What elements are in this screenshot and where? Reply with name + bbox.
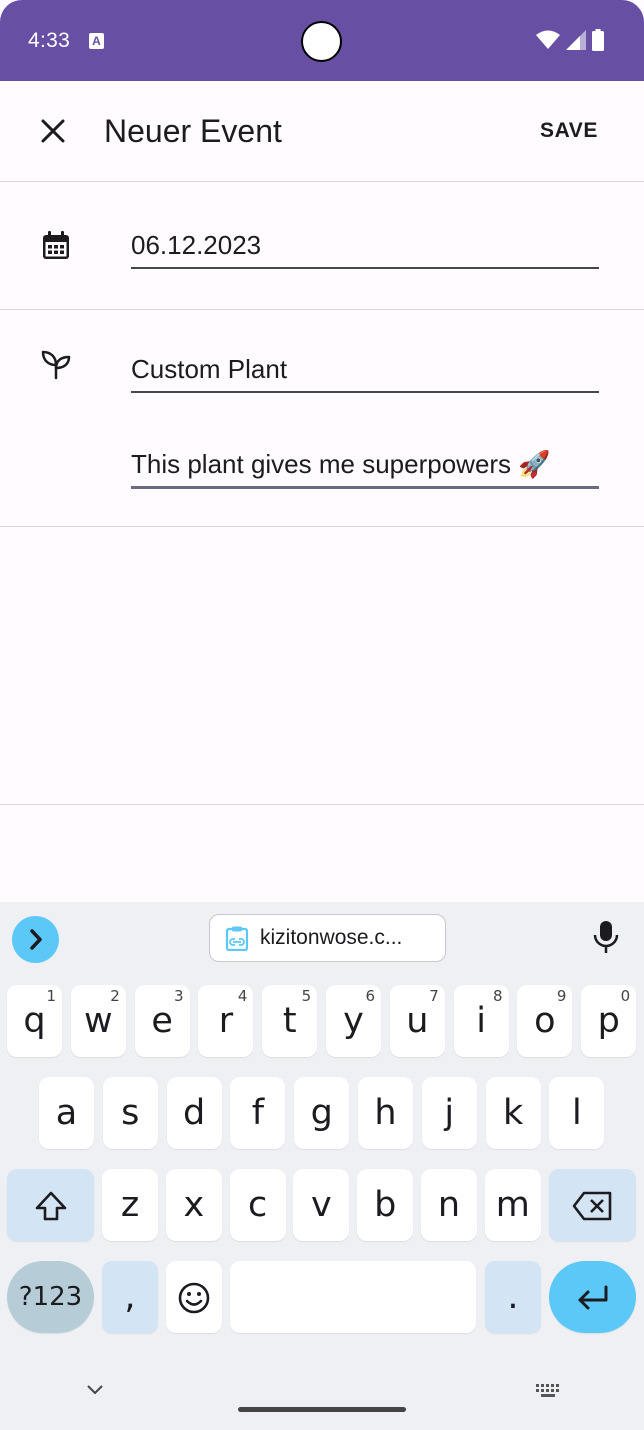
key-hint: 3 [174,987,184,1005]
close-icon[interactable] [36,114,70,148]
emoji-icon [178,1282,210,1314]
key-f[interactable]: f [230,1077,286,1149]
shift-key[interactable] [7,1169,94,1241]
key-i[interactable]: i8 [453,985,509,1057]
save-button[interactable]: SAVE [540,119,598,143]
key-hint: 7 [429,987,439,1005]
key-label: p [597,1001,620,1041]
comma-key[interactable]: , [102,1261,158,1333]
enter-icon [578,1285,607,1310]
system-icons [536,28,604,52]
signal-icon [566,30,586,50]
key-j[interactable]: j [421,1077,477,1149]
key-p[interactable]: p0 [581,985,637,1057]
wifi-icon [536,30,560,49]
enter-key[interactable] [549,1261,636,1333]
key-hint: 9 [556,987,567,1005]
chevron-right-icon [30,929,42,950]
clipboard-text: kizitonwose.c... [260,926,403,949]
key-e[interactable]: e3 [134,985,190,1057]
key-w[interactable]: w2 [70,985,126,1057]
period-key[interactable]: . [485,1261,541,1333]
key-hint: 8 [493,987,503,1005]
key-a[interactable]: a [39,1077,94,1149]
key-u[interactable]: u7 [389,985,445,1057]
key-label: q [23,1001,46,1041]
description-field[interactable]: This plant gives me superpowers 🚀 [131,449,599,489]
key-label: e [151,1001,173,1041]
key-c[interactable]: c [229,1169,286,1241]
plant-sprout-icon [41,350,71,380]
key-hint: 6 [365,987,375,1005]
key-hint: 1 [46,987,56,1005]
key-l[interactable]: l [549,1077,605,1149]
symbols-key[interactable]: ?123 [7,1261,94,1333]
date-section: 06.12.2023 [0,182,644,310]
key-r[interactable]: r4 [198,985,254,1057]
key-b[interactable]: b [357,1169,414,1241]
key-hint: 0 [620,987,631,1005]
gesture-nav-handle[interactable] [238,1407,406,1412]
key-label: t [282,1001,297,1041]
key-label: i [476,1001,486,1041]
backspace-icon [572,1191,611,1221]
shift-icon [35,1191,66,1221]
plant-name-field[interactable]: Custom Plant [131,354,599,393]
key-d[interactable]: d [166,1077,222,1149]
key-v[interactable]: v [293,1169,350,1241]
key-label: o [534,1001,556,1041]
plant-name-value: Custom Plant [131,354,288,384]
key-hint: 5 [301,987,312,1005]
date-value: 06.12.2023 [131,230,262,260]
app-bar: Neuer Event SAVE [0,81,644,182]
key-label: w [83,1001,113,1041]
key-s[interactable]: s [102,1077,158,1149]
plant-section: Custom Plant This plant gives me superpo… [0,310,644,527]
key-label: u [406,1001,429,1041]
key-hint: 4 [237,987,248,1005]
text-notification-icon: A [89,33,104,49]
key-label: r [218,1001,234,1041]
key-label: y [343,1001,364,1041]
keyboard-toolbar: kizitonwose.c... [0,902,644,974]
expand-toolbar-button[interactable] [12,916,59,963]
key-o[interactable]: o9 [517,985,573,1057]
status-time: 4:33 [28,29,71,52]
key-z[interactable]: z [102,1169,158,1241]
description-value: This plant gives me superpowers 🚀 [131,449,551,479]
key-k[interactable]: k [485,1077,541,1149]
page-title: Neuer Event [104,113,282,149]
key-y[interactable]: y6 [326,985,381,1057]
camera-cutout [301,21,342,62]
key-n[interactable]: n [421,1169,477,1241]
calendar-icon [43,231,69,259]
key-g[interactable]: g [294,1077,350,1149]
clipboard-link-icon [225,926,249,951]
emoji-key[interactable] [166,1261,222,1333]
key-q[interactable]: q1 [7,985,62,1057]
soft-keyboard: kizitonwose.c... q1w2e3r4t5y6u7i8o9p0 as… [0,902,644,1430]
backspace-key[interactable] [549,1169,636,1241]
key-t[interactable]: t5 [262,985,318,1057]
key-h[interactable]: h [358,1077,413,1149]
key-hint: 2 [110,987,120,1005]
status-bar: 4:33 A [0,0,644,81]
empty-section [0,527,644,805]
space-key[interactable] [230,1261,476,1333]
date-field[interactable]: 06.12.2023 [131,230,599,269]
clipboard-suggestion[interactable]: kizitonwose.c... [209,914,446,962]
key-x[interactable]: x [165,1169,222,1241]
battery-icon [592,29,604,51]
keyboard-switch-icon[interactable] [535,1383,561,1399]
key-m[interactable]: m [484,1169,541,1241]
microphone-icon[interactable] [592,920,620,954]
hide-keyboard-icon[interactable] [86,1384,104,1396]
